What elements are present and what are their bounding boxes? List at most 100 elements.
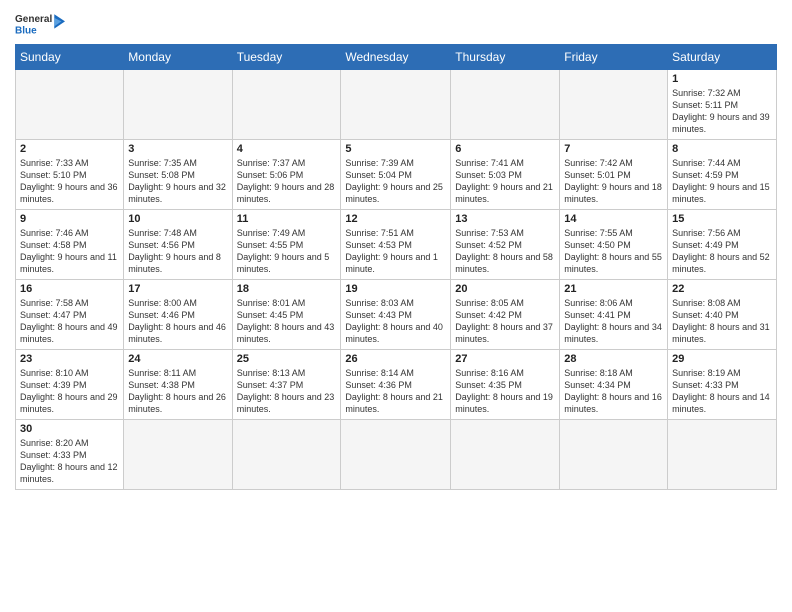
calendar-cell: 20Sunrise: 8:05 AM Sunset: 4:42 PM Dayli…	[451, 280, 560, 350]
calendar-cell: 17Sunrise: 8:00 AM Sunset: 4:46 PM Dayli…	[124, 280, 232, 350]
svg-text:Blue: Blue	[15, 26, 37, 37]
day-info: Sunrise: 8:03 AM Sunset: 4:43 PM Dayligh…	[345, 297, 446, 346]
day-info: Sunrise: 7:49 AM Sunset: 4:55 PM Dayligh…	[237, 227, 337, 276]
calendar-cell	[124, 420, 232, 490]
day-info: Sunrise: 7:42 AM Sunset: 5:01 PM Dayligh…	[564, 157, 663, 206]
day-info: Sunrise: 8:18 AM Sunset: 4:34 PM Dayligh…	[564, 367, 663, 416]
day-number: 4	[237, 143, 337, 155]
calendar-cell	[232, 420, 341, 490]
calendar-cell	[232, 70, 341, 140]
calendar-cell: 16 Sunrise: 7:58 AM Sunset: 4:47 PM Dayli…	[16, 280, 124, 350]
calendar-cell: 15Sunrise: 7:56 AM Sunset: 4:49 PM Dayli…	[668, 210, 777, 280]
day-number: 14	[564, 213, 663, 225]
calendar-cell	[451, 70, 560, 140]
calendar-cell	[560, 420, 668, 490]
calendar-cell	[341, 70, 451, 140]
day-info: Sunrise: 8:06 AM Sunset: 4:41 PM Dayligh…	[564, 297, 663, 346]
day-number: 19	[345, 283, 446, 295]
weekday-header-row: SundayMondayTuesdayWednesdayThursdayFrid…	[16, 45, 777, 70]
day-info: Sunrise: 7:56 AM Sunset: 4:49 PM Dayligh…	[672, 227, 772, 276]
day-info: Sunrise: 8:13 AM Sunset: 4:37 PM Dayligh…	[237, 367, 337, 416]
day-number: 16	[20, 283, 119, 295]
day-number: 12	[345, 213, 446, 225]
calendar-cell	[451, 420, 560, 490]
day-number: 10	[128, 213, 227, 225]
calendar-week-row: 30Sunrise: 8:20 AM Sunset: 4:33 PM Dayli…	[16, 420, 777, 490]
calendar-week-row: 2 Sunrise: 7:33 AM Sunset: 5:10 PM Daylig…	[16, 140, 777, 210]
calendar-cell: 6 Sunrise: 7:41 AM Sunset: 5:03 PM Daylig…	[451, 140, 560, 210]
calendar-cell: 11 Sunrise: 7:49 AM Sunset: 4:55 PM Dayli…	[232, 210, 341, 280]
calendar-cell: 12 Sunrise: 7:51 AM Sunset: 4:53 PM Dayli…	[341, 210, 451, 280]
calendar-cell: 28 Sunrise: 8:18 AM Sunset: 4:34 PM Dayli…	[560, 350, 668, 420]
day-info: Sunrise: 8:05 AM Sunset: 4:42 PM Dayligh…	[455, 297, 555, 346]
day-number: 11	[237, 213, 337, 225]
day-info: Sunrise: 7:37 AM Sunset: 5:06 PM Dayligh…	[237, 157, 337, 206]
calendar-cell	[124, 70, 232, 140]
calendar-cell: 29 Sunrise: 8:19 AM Sunset: 4:33 PM Dayli…	[668, 350, 777, 420]
day-info: Sunrise: 8:19 AM Sunset: 4:33 PM Dayligh…	[672, 367, 772, 416]
calendar-cell: 13 Sunrise: 7:53 AM Sunset: 4:52 PM Dayli…	[451, 210, 560, 280]
day-info: Sunrise: 8:14 AM Sunset: 4:36 PM Dayligh…	[345, 367, 446, 416]
day-number: 27	[455, 353, 555, 365]
day-number: 24	[128, 353, 227, 365]
calendar-cell: 22 Sunrise: 8:08 AM Sunset: 4:40 PM Dayli…	[668, 280, 777, 350]
day-info: Sunrise: 7:39 AM Sunset: 5:04 PM Dayligh…	[345, 157, 446, 206]
weekday-header-friday: Friday	[560, 45, 668, 70]
day-number: 26	[345, 353, 446, 365]
day-number: 6	[455, 143, 555, 155]
calendar-cell: 18 Sunrise: 8:01 AM Sunset: 4:45 PM Dayli…	[232, 280, 341, 350]
day-number: 28	[564, 353, 663, 365]
day-info: Sunrise: 7:35 AM Sunset: 5:08 PM Dayligh…	[128, 157, 227, 206]
calendar-cell	[668, 420, 777, 490]
calendar-cell: 24 Sunrise: 8:11 AM Sunset: 4:38 PM Dayli…	[124, 350, 232, 420]
calendar-cell: 30Sunrise: 8:20 AM Sunset: 4:33 PM Dayli…	[16, 420, 124, 490]
day-info: Sunrise: 8:01 AM Sunset: 4:45 PM Dayligh…	[237, 297, 337, 346]
calendar-cell: 19 Sunrise: 8:03 AM Sunset: 4:43 PM Dayli…	[341, 280, 451, 350]
day-info: Sunrise: 7:33 AM Sunset: 5:10 PM Dayligh…	[20, 157, 119, 206]
calendar-cell	[16, 70, 124, 140]
calendar-week-row: 16 Sunrise: 7:58 AM Sunset: 4:47 PM Dayli…	[16, 280, 777, 350]
day-info: Sunrise: 7:32 AM Sunset: 5:11 PM Dayligh…	[672, 87, 772, 136]
day-number: 21	[564, 283, 663, 295]
header-area: General Blue	[15, 10, 777, 40]
day-info: Sunrise: 8:08 AM Sunset: 4:40 PM Dayligh…	[672, 297, 772, 346]
calendar-cell	[341, 420, 451, 490]
calendar-cell: 27Sunrise: 8:16 AM Sunset: 4:35 PM Dayli…	[451, 350, 560, 420]
calendar-cell: 26 Sunrise: 8:14 AM Sunset: 4:36 PM Dayli…	[341, 350, 451, 420]
calendar-cell: 23Sunrise: 8:10 AM Sunset: 4:39 PM Dayli…	[16, 350, 124, 420]
calendar-cell	[560, 70, 668, 140]
day-info: Sunrise: 8:11 AM Sunset: 4:38 PM Dayligh…	[128, 367, 227, 416]
day-info: Sunrise: 7:41 AM Sunset: 5:03 PM Dayligh…	[455, 157, 555, 206]
day-info: Sunrise: 7:53 AM Sunset: 4:52 PM Dayligh…	[455, 227, 555, 276]
calendar-cell: 8Sunrise: 7:44 AM Sunset: 4:59 PM Daylig…	[668, 140, 777, 210]
day-info: Sunrise: 7:48 AM Sunset: 4:56 PM Dayligh…	[128, 227, 227, 276]
calendar-cell: 14 Sunrise: 7:55 AM Sunset: 4:50 PM Dayli…	[560, 210, 668, 280]
weekday-header-tuesday: Tuesday	[232, 45, 341, 70]
weekday-header-saturday: Saturday	[668, 45, 777, 70]
day-info: Sunrise: 8:00 AM Sunset: 4:46 PM Dayligh…	[128, 297, 227, 346]
day-number: 29	[672, 353, 772, 365]
weekday-header-wednesday: Wednesday	[341, 45, 451, 70]
day-number: 2	[20, 143, 119, 155]
day-number: 30	[20, 423, 119, 435]
day-info: Sunrise: 7:58 AM Sunset: 4:47 PM Dayligh…	[20, 297, 119, 346]
generalblue-logo: General Blue	[15, 10, 65, 40]
calendar-week-row: 9Sunrise: 7:46 AM Sunset: 4:58 PM Daylig…	[16, 210, 777, 280]
day-number: 22	[672, 283, 772, 295]
day-number: 1	[672, 73, 772, 85]
logo-area: General Blue	[15, 10, 65, 40]
calendar-week-row: 23Sunrise: 8:10 AM Sunset: 4:39 PM Dayli…	[16, 350, 777, 420]
day-info: Sunrise: 8:10 AM Sunset: 4:39 PM Dayligh…	[20, 367, 119, 416]
day-number: 13	[455, 213, 555, 225]
weekday-header-monday: Monday	[124, 45, 232, 70]
day-number: 5	[345, 143, 446, 155]
day-info: Sunrise: 7:51 AM Sunset: 4:53 PM Dayligh…	[345, 227, 446, 276]
calendar-cell: 5 Sunrise: 7:39 AM Sunset: 5:04 PM Daylig…	[341, 140, 451, 210]
day-info: Sunrise: 7:55 AM Sunset: 4:50 PM Dayligh…	[564, 227, 663, 276]
day-number: 3	[128, 143, 227, 155]
day-number: 9	[20, 213, 119, 225]
day-number: 18	[237, 283, 337, 295]
calendar-cell: 3 Sunrise: 7:35 AM Sunset: 5:08 PM Daylig…	[124, 140, 232, 210]
calendar-cell: 9Sunrise: 7:46 AM Sunset: 4:58 PM Daylig…	[16, 210, 124, 280]
day-number: 25	[237, 353, 337, 365]
